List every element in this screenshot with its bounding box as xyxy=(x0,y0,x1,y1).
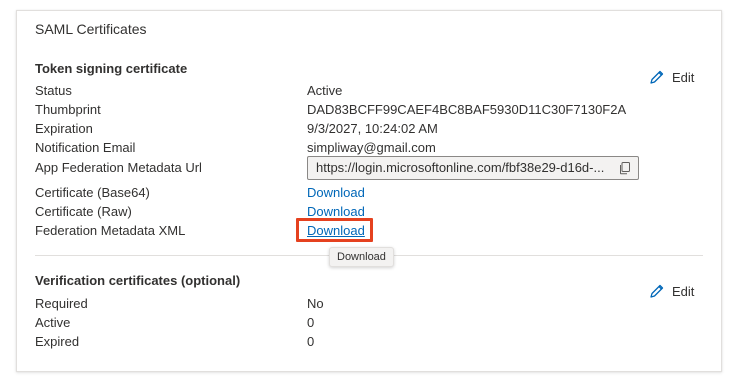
row-label: Thumbprint xyxy=(35,102,101,117)
verification-section-title: Verification certificates (optional) xyxy=(35,273,241,288)
row-active: Active 0 xyxy=(35,315,655,334)
row-app-federation-metadata-url: App Federation Metadata Url https://logi… xyxy=(35,156,655,180)
download-certificate-base64-link[interactable]: Download xyxy=(307,185,365,200)
download-tooltip: Download xyxy=(329,247,394,267)
token-signing-section-title: Token signing certificate xyxy=(35,61,188,76)
row-value: 0 xyxy=(307,315,315,330)
edit-label: Edit xyxy=(672,69,695,85)
saml-certificates-card: SAML Certificates Token signing certific… xyxy=(16,10,722,372)
metadata-url-field[interactable]: https://login.microsoftonline.com/fbf38e… xyxy=(307,156,639,180)
row-expiration: Expiration 9/3/2027, 10:24:02 AM xyxy=(35,121,655,140)
row-label: Required xyxy=(35,296,88,311)
row-value: DAD83BCFF99CAEF4BC8BAF5930D11C30F7130F2A xyxy=(307,102,627,117)
edit-label: Edit xyxy=(672,283,695,299)
row-certificate-base64: Certificate (Base64) Download xyxy=(35,185,655,204)
row-thumbprint: Thumbprint DAD83BCFF99CAEF4BC8BAF5930D11… xyxy=(35,102,655,121)
row-label: Federation Metadata XML xyxy=(35,223,186,238)
row-label: App Federation Metadata Url xyxy=(35,160,202,175)
row-status: Status Active xyxy=(35,83,655,102)
row-expired: Expired 0 xyxy=(35,334,655,353)
download-certificate-raw-link[interactable]: Download xyxy=(307,204,365,219)
verification-edit-button[interactable]: Edit xyxy=(649,283,694,299)
row-value: simpliway@gmail.com xyxy=(307,140,436,155)
row-label: Certificate (Base64) xyxy=(35,185,150,200)
copy-icon[interactable] xyxy=(618,161,632,175)
row-label: Certificate (Raw) xyxy=(35,204,132,219)
row-label: Expired xyxy=(35,334,80,349)
row-required: Required No xyxy=(35,296,655,315)
row-label: Notification Email xyxy=(35,140,136,155)
row-label: Active xyxy=(35,315,71,330)
row-value: No xyxy=(307,296,324,311)
row-value: Active xyxy=(307,83,343,98)
row-value: 9/3/2027, 10:24:02 AM xyxy=(307,121,438,136)
row-label: Status xyxy=(35,83,72,98)
card-title: SAML Certificates xyxy=(35,21,147,37)
row-label: Expiration xyxy=(35,121,93,136)
highlight-box xyxy=(296,218,373,242)
token-signing-edit-button[interactable]: Edit xyxy=(649,69,694,85)
metadata-url-text: https://login.microsoftonline.com/fbf38e… xyxy=(316,160,605,175)
row-value: 0 xyxy=(307,334,315,349)
